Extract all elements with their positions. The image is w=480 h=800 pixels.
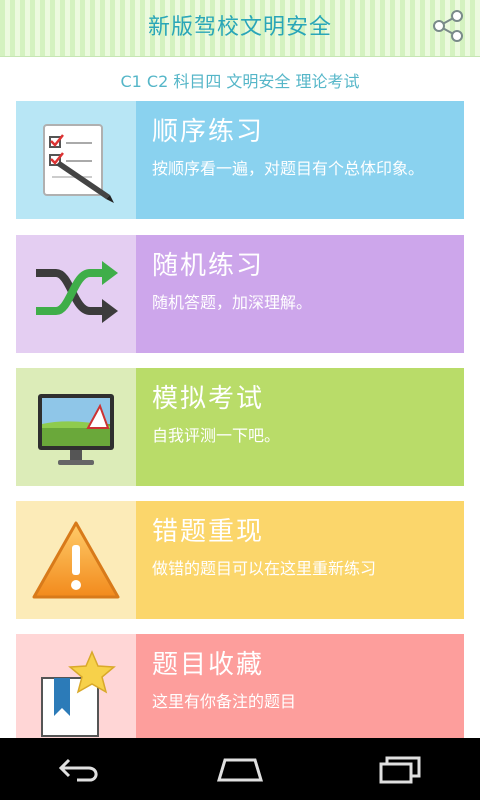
home-icon (216, 758, 264, 782)
bookmark-star-icon (41, 650, 116, 737)
card-title: 题目收藏 (152, 650, 265, 680)
back-button[interactable] (50, 749, 110, 789)
card-description: 随机答题，加深理解。 (152, 293, 313, 312)
card-title: 随机练习 (152, 251, 265, 281)
card-text: 模拟考试 自我评测一下吧。 (136, 368, 464, 486)
system-navigation-bar (0, 738, 480, 800)
home-button[interactable] (210, 749, 270, 789)
recents-button[interactable] (370, 749, 430, 789)
share-icon (433, 10, 463, 42)
card-text: 题目收藏 这里有你备注的题目 (136, 634, 464, 738)
monitor-icon (38, 394, 114, 465)
title-bar: 新版驾校文明安全 (0, 0, 480, 57)
menu-item-wrong-answers[interactable]: 错题重现 做错的题目可以在这里重新练习 (16, 501, 464, 619)
share-button[interactable] (430, 8, 466, 44)
card-description: 这里有你备注的题目 (152, 692, 297, 711)
menu-item-mock-exam[interactable]: 模拟考试 自我评测一下吧。 (16, 368, 464, 486)
card-description: 按顺序看一遍，对题目有个总体印象。 (152, 159, 425, 178)
notepad-pen-icon (43, 124, 114, 203)
card-title: 顺序练习 (152, 117, 265, 147)
card-description: 做错的题目可以在这里重新练习 (152, 559, 377, 578)
card-text: 错题重现 做错的题目可以在这里重新练习 (136, 501, 464, 619)
card-text: 顺序练习 按顺序看一遍，对题目有个总体印象。 (136, 101, 464, 219)
card-description: 自我评测一下吧。 (152, 426, 281, 445)
menu-item-favorites[interactable]: 题目收藏 这里有你备注的题目 (16, 634, 464, 738)
icon-cell (16, 235, 136, 353)
icon-cell (16, 101, 136, 219)
recents-icon (379, 756, 421, 784)
card-title: 错题重现 (152, 517, 265, 547)
card-text: 随机练习 随机答题，加深理解。 (136, 235, 464, 353)
menu-item-random-practice[interactable]: 随机练习 随机答题，加深理解。 (16, 235, 464, 353)
shuffle-icon (36, 261, 118, 323)
exam-subtitle: C1 C2 科目四 文明安全 理论考试 (120, 72, 360, 91)
card-title: 模拟考试 (152, 384, 265, 414)
warning-icon (32, 521, 120, 599)
icon-cell (16, 501, 136, 619)
app-title: 新版驾校文明安全 (147, 15, 332, 40)
icon-cell (16, 368, 136, 486)
icon-cell (16, 634, 136, 738)
back-icon (58, 758, 98, 782)
menu-item-sequential-practice[interactable]: 顺序练习 按顺序看一遍，对题目有个总体印象。 (16, 101, 464, 219)
